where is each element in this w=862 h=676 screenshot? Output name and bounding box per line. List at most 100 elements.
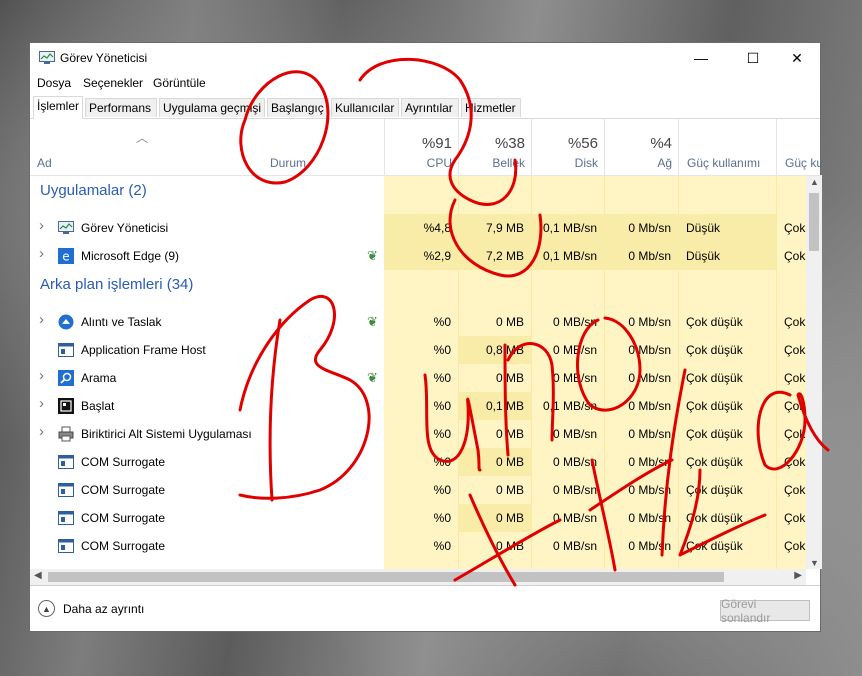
tab-processes[interactable]: İşlemler (33, 96, 83, 119)
vertical-scroll-thumb[interactable] (809, 193, 819, 251)
menu-options[interactable]: Seçenekler (83, 76, 143, 90)
chevron-right-icon[interactable]: › (39, 423, 44, 440)
cell-trend: Çok (784, 539, 806, 553)
cell-disk: 0 MB/sn (552, 343, 597, 357)
memory-total: %38 (494, 135, 525, 152)
cell-cpu: %0 (433, 511, 451, 525)
cell-mem: 0 MB (495, 427, 524, 441)
footer-bar: ▲ Daha az ayrıntı Görevi sonlandır (30, 585, 820, 632)
group-title: Uygulamalar (2) (40, 182, 147, 199)
tab-performance[interactable]: Performans (85, 98, 157, 117)
chevron-right-icon[interactable]: › (39, 395, 44, 412)
minimize-button[interactable]: — (678, 43, 724, 73)
column-memory[interactable]: %38 Bellek (458, 119, 531, 175)
column-status[interactable]: Durum (270, 156, 306, 170)
cell-cpu: %0 (433, 371, 451, 385)
app-frame-icon (58, 511, 74, 525)
cell-net: 0 Mb/sn (628, 399, 671, 413)
app-frame-icon (58, 455, 74, 469)
cell-mem: 0 MB (495, 539, 524, 553)
column-power-trend[interactable]: Güç ku (776, 119, 822, 175)
cell-trend: Çok (784, 427, 806, 441)
tab-services[interactable]: Hizmetler (461, 98, 521, 117)
cell-disk: 0 MB/sn (552, 427, 597, 441)
close-button[interactable]: ✕ (774, 43, 820, 73)
tab-details[interactable]: Ayrıntılar (401, 98, 459, 117)
cell-net: 0 Mb/sn (628, 539, 671, 553)
maximize-button[interactable]: ☐ (730, 43, 776, 73)
snip-sketch-icon (58, 314, 74, 330)
cell-cpu: %0 (433, 427, 451, 441)
title-bar[interactable]: Görev Yöneticisi — ☐ ✕ (30, 43, 820, 73)
vertical-scrollbar[interactable]: ▲ ▼ (806, 176, 822, 569)
tab-app-history[interactable]: Uygulama geçmişi (159, 98, 265, 117)
chevron-up-circle-icon: ▲ (38, 600, 55, 617)
process-row[interactable]: COM Surrogate %0 0 MB 0 MB/sn 0 Mb/sn Çok düş… (30, 504, 806, 532)
power-label: Güç kullanımı (687, 156, 761, 170)
less-details-toggle[interactable]: ▲ Daha az ayrıntı (38, 600, 144, 617)
cell-power: Düşük (686, 221, 721, 235)
cell-mem: 7,2 MB (485, 249, 524, 263)
cell-trend: Çok (784, 221, 806, 235)
process-row[interactable]: COM Surrogate %0 0 MB 0 MB/sn 0 Mb/sn Çok düş… (30, 476, 806, 504)
cell-disk: 0,1 MB/sn (542, 249, 597, 263)
tab-users[interactable]: Kullanıcılar (331, 98, 399, 117)
column-power[interactable]: Güç kullanımı (678, 119, 776, 175)
menu-view[interactable]: Görüntüle (153, 76, 206, 90)
column-cpu[interactable]: %91 CPU (384, 119, 458, 175)
horizontal-scroll-thumb[interactable] (48, 572, 724, 582)
cell-trend: Çok (784, 511, 806, 525)
cell-net: 0 Mb/sn (628, 249, 671, 263)
disk-total: %56 (567, 135, 598, 152)
scroll-left-icon[interactable]: ◀ (34, 570, 42, 581)
chevron-right-icon[interactable]: › (39, 217, 44, 234)
end-task-button[interactable]: Görevi sonlandır (720, 597, 810, 625)
horizontal-scrollbar[interactable]: ◀ ▶ (30, 569, 806, 585)
suspended-leaf-icon: ❦ (367, 248, 378, 263)
process-row[interactable]: › Biriktirici Alt Sistemi Uygulaması %0 0 M… (30, 420, 806, 448)
tab-startup[interactable]: Başlangıç (267, 98, 329, 117)
cell-net: 0 Mb/sn (628, 371, 671, 385)
process-row[interactable]: › Arama ❦ %0 0 MB 0 MB/sn 0 Mb/sn Çok düşük Çok (30, 364, 806, 392)
menu-file[interactable]: Dosya (37, 76, 71, 90)
memory-label: Bellek (492, 156, 525, 170)
cell-cpu: %0 (433, 483, 451, 497)
sort-up-icon: ︿ (136, 131, 149, 145)
close-icon: ✕ (791, 49, 803, 66)
process-row[interactable]: › Görev Yöneticisi %4,8 7,9 MB 0,1 MB/sn 0 Mb… (30, 214, 806, 242)
column-disk[interactable]: %56 Disk (531, 119, 604, 175)
cell-power: Çok düşük (686, 483, 743, 497)
chevron-right-icon[interactable]: › (39, 245, 44, 262)
cell-power: Düşük (686, 249, 721, 263)
process-name: COM Surrogate (81, 511, 166, 525)
process-row[interactable]: › Başlat %0 0,1 MB 0,1 MB/sn 0 Mb/sn Çok düşük… (30, 392, 806, 420)
process-row[interactable]: COM Surrogate %0 0 MB 0 MB/sn 0 Mb/sn Çok düş… (30, 448, 806, 476)
process-row[interactable]: › e Microsoft Edge (9) ❦ %2,9 7,2 MB 0,1 MB/sn… (30, 242, 806, 270)
cell-mem: 0 MB (495, 371, 524, 385)
suspended-leaf-icon: ❦ (367, 314, 378, 329)
cell-disk: 0,1 MB/sn (542, 221, 597, 235)
cell-cpu: %0 (433, 315, 451, 329)
cell-power: Çok düşük (686, 455, 743, 469)
less-details-label: Daha az ayrıntı (63, 601, 145, 616)
app-frame-icon (58, 483, 74, 497)
cell-trend: Çok (784, 399, 806, 413)
cell-power: Çok düşük (686, 511, 743, 525)
process-row[interactable]: Application Frame Host %0 0,8 MB 0 MB/sn 0 M… (30, 336, 806, 364)
scroll-right-icon[interactable]: ▶ (794, 570, 802, 581)
chevron-right-icon[interactable]: › (39, 367, 44, 384)
scroll-down-icon[interactable]: ▼ (810, 558, 819, 568)
process-row[interactable]: COM Surrogate %0 0 MB 0 MB/sn 0 Mb/sn Çok düş… (30, 532, 806, 560)
process-name: COM Surrogate (81, 483, 166, 497)
cell-power: Çok düşük (686, 539, 743, 553)
cell-mem: 0 MB (495, 483, 524, 497)
column-network[interactable]: %4 Ağ (604, 119, 678, 175)
scroll-up-icon[interactable]: ▲ (810, 177, 819, 187)
suspended-leaf-icon: ❦ (367, 370, 378, 385)
group-header[interactable]: Arka plan işlemleri (34) (30, 270, 806, 307)
chevron-right-icon[interactable]: › (39, 311, 44, 328)
cell-net: 0 Mb/sn (628, 511, 671, 525)
group-header[interactable]: Uygulamalar (2) (30, 176, 806, 213)
process-row[interactable]: › Alıntı ve Taslak ❦ %0 0 MB 0 MB/sn 0 Mb/sn Ço… (30, 308, 806, 336)
column-name[interactable]: Ad (37, 156, 52, 170)
